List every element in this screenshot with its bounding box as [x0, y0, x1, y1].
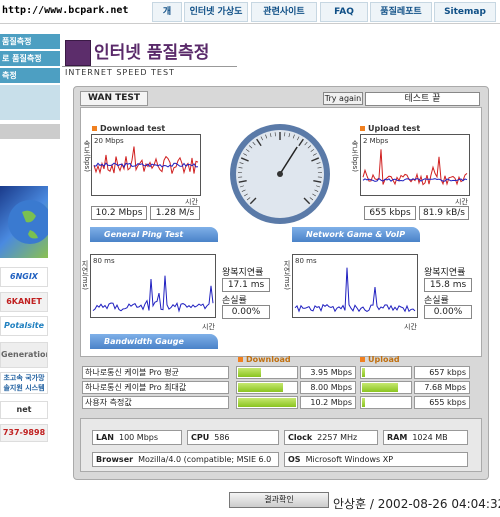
nav-tab-faq[interactable]: FAQ — [320, 2, 368, 22]
ping-max: 80 ms — [93, 257, 115, 265]
ping-test-bar[interactable]: General Ping Test — [90, 227, 218, 242]
ram-info: RAM 1024 MB — [383, 430, 468, 445]
isp-upload-bar — [360, 396, 412, 409]
banner-generation[interactable]: Generation — [0, 342, 48, 368]
lan-info: LAN 100 Mbps — [92, 430, 182, 445]
sidebar: 품질측정 로 품질측정 측정 6NGIX 6KANET Potalsite Ge… — [0, 24, 60, 517]
page-title: 인터넷 품질측정 — [94, 43, 210, 63]
upload-bar-fill — [362, 368, 365, 377]
globe-banner[interactable] — [0, 186, 48, 258]
upload-bar-fill — [362, 398, 365, 407]
nav-tab-virtual[interactable]: 인터넷 가상도 — [184, 2, 248, 22]
clock-info: Clock 2257 MHz — [284, 430, 378, 445]
download-label: Download test — [92, 124, 165, 133]
sidebar-divider — [0, 124, 60, 140]
isp-upload-value: 655 kbps — [414, 396, 470, 409]
nav-tab-report[interactable]: 품질레포트 — [370, 2, 432, 22]
orange-bullet-icon — [360, 357, 365, 362]
download-bar-fill — [238, 368, 261, 377]
tab-wan-test[interactable]: WAN TEST — [80, 91, 148, 106]
isp-download-bar — [236, 381, 298, 394]
download-bps: 10.2 Mbps — [91, 206, 147, 220]
nav-tab-related[interactable]: 관련사이트 — [251, 2, 317, 22]
bandwidth-gauge-bar[interactable]: Bandwidth Gauge — [90, 334, 218, 349]
voip-x-label: 시간 — [404, 323, 417, 331]
voip-test-bar[interactable]: Network Game & VoIP Test — [292, 227, 420, 254]
top-nav: http://www.bcpark.net 개 인터넷 가상도 관련사이트 FA… — [0, 0, 500, 24]
sidebar-item-0[interactable]: 품질측정 — [0, 34, 60, 50]
speed-gauge — [228, 122, 332, 226]
upload-bps: 655 kbps — [364, 206, 416, 220]
sidebar-spacer — [0, 85, 60, 121]
isp-upload-value: 7.68 Mbps — [414, 381, 470, 394]
isp-download-header: Download — [238, 355, 291, 364]
voip-delay: 15.8 ms — [424, 278, 472, 292]
banner-6kanet[interactable]: 6KANET — [0, 292, 48, 312]
isp-download-value: 10.2 Mbps — [300, 396, 356, 409]
upload-graph: 2 Mbps — [360, 134, 470, 196]
cpu-info: CPU 586 — [187, 430, 279, 445]
download-Bps: 1.28 M/s — [150, 206, 200, 220]
sidebar-item-1[interactable]: 로 품질측정 — [0, 51, 60, 67]
view-result-button[interactable]: 결과확인 — [229, 492, 329, 508]
status-display: 테스트 끝 — [365, 92, 480, 106]
isp-row-name: 사용자 측정값 — [82, 396, 229, 409]
globe-icon — [8, 200, 48, 244]
user-signature: 안상훈 / 2002-08-26 04:04:32 — [333, 497, 500, 511]
site-url: http://www.bcpark.net — [2, 5, 129, 16]
ping-loss: 0.00% — [222, 305, 270, 319]
isp-upload-bar — [360, 381, 412, 394]
voip-delay-label: 왕복지연률 — [424, 268, 466, 278]
isp-download-value: 8.00 Mbps — [300, 381, 356, 394]
isp-download-bar — [236, 396, 298, 409]
ping-y-label: 지연(ms) — [81, 260, 89, 290]
isp-download-bar — [236, 366, 298, 379]
isp-row-name: 하나로통신 케이블 Pro 평균 — [82, 366, 229, 379]
download-graph: 20 Mbps — [91, 134, 201, 196]
isp-row-name: 하나로통신 케이블 Pro 최대값 — [82, 381, 229, 394]
upload-bar-fill — [362, 383, 398, 392]
orange-bullet-icon — [238, 357, 243, 362]
isp-download-value: 3.95 Mbps — [300, 366, 356, 379]
voip-graph: 80 ms — [292, 254, 418, 318]
orange-bullet-icon — [92, 126, 97, 131]
ping-graph: 80 ms — [90, 254, 216, 318]
ping-x-label: 시간 — [202, 323, 215, 331]
page-subtitle: INTERNET SPEED TEST — [65, 68, 175, 77]
upload-Bps: 81.9 kB/s — [419, 206, 469, 220]
isp-upload-value: 657 kbps — [414, 366, 470, 379]
isp-upload-bar — [360, 366, 412, 379]
try-again-button[interactable]: Try again — [323, 92, 363, 105]
download-bar-fill — [238, 383, 283, 392]
download-bar-fill — [238, 398, 296, 407]
download-max: 20 Mbps — [94, 137, 124, 145]
upload-label: Upload test — [360, 124, 420, 133]
title-divider — [62, 66, 237, 67]
ping-delay-label: 왕복지연률 — [222, 268, 264, 278]
banner-national[interactable]: 초고속 국가망 솔지원 시스템 — [0, 372, 48, 394]
voip-loss: 0.00% — [424, 305, 472, 319]
upload-y-label: 속도(bps) — [351, 140, 359, 172]
sidebar-item-2[interactable]: 측정 — [0, 68, 60, 84]
os-info: OS Microsoft Windows XP — [284, 452, 468, 467]
isp-upload-header: Upload — [360, 355, 400, 364]
nav-tab-sitemap[interactable]: Sitemap — [434, 2, 496, 22]
voip-max: 80 ms — [295, 257, 317, 265]
banner-potalsite[interactable]: Potalsite — [0, 316, 48, 336]
upload-max: 2 Mbps — [363, 137, 389, 145]
banner-phone[interactable]: 737-9898 — [0, 424, 48, 442]
ping-delay: 17.1 ms — [222, 278, 270, 292]
orange-bullet-icon — [360, 126, 365, 131]
nav-tab-0[interactable]: 개 — [152, 2, 182, 22]
banner-6ngix[interactable]: 6NGIX — [0, 267, 48, 287]
banner-exchange[interactable]: net Exchange — [0, 401, 48, 419]
voip-y-label: 지연(ms) — [283, 260, 291, 290]
browser-info: Browser Mozilla/4.0 (compatible; MSIE 6.0 — [92, 452, 279, 467]
logo — [65, 40, 91, 66]
